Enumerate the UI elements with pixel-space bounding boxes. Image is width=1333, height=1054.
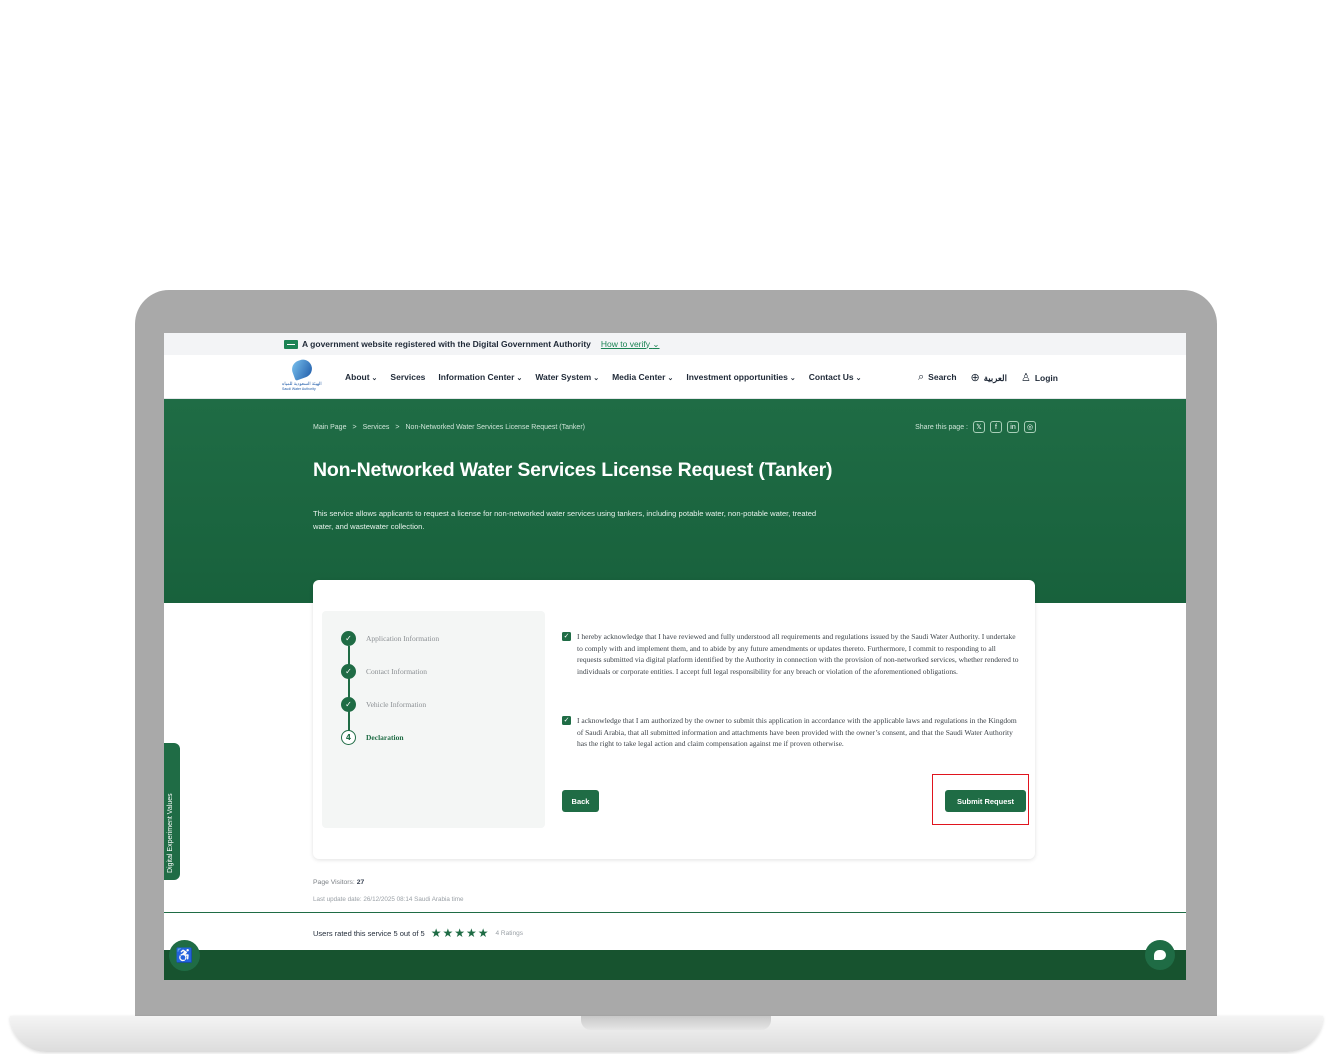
check-icon: ✓	[341, 697, 356, 712]
declaration-item: ✓ I acknowledge that I am authorized by …	[562, 715, 1022, 750]
linkedin-icon[interactable]: in	[1007, 421, 1019, 433]
declaration-checkbox[interactable]: ✓	[562, 632, 571, 641]
chevron-down-icon: ⌄	[667, 375, 674, 382]
check-icon: ✓	[341, 631, 356, 646]
page-description: This service allows applicants to reques…	[313, 509, 817, 531]
facebook-icon[interactable]: f	[990, 421, 1002, 433]
step-label: Application Information	[366, 634, 440, 643]
language-toggle[interactable]: ⊕ العربية	[971, 371, 1007, 384]
page-visitors: Page Visitors: 27	[313, 879, 365, 886]
search-icon: ⌕	[918, 370, 925, 383]
whatsapp-icon[interactable]: ◎	[1024, 421, 1036, 433]
step-number: 4	[341, 730, 356, 745]
back-button[interactable]: Back	[562, 790, 599, 812]
main-nav: الهيئة السعودية للمياه Saudi Water Autho…	[164, 355, 1186, 399]
user-icon: ♙	[1020, 371, 1031, 384]
accessibility-icon[interactable]: ♿	[169, 940, 200, 971]
globe-icon: ⊕	[970, 371, 980, 384]
x-icon[interactable]: 𝕏	[973, 421, 985, 433]
chevron-down-icon: ⌄	[652, 338, 660, 349]
chat-icon[interactable]	[1145, 940, 1175, 970]
breadcrumb: Main Page > Services > Non-Networked Water S…	[313, 424, 585, 431]
breadcrumb-item[interactable]: Services	[363, 424, 390, 431]
nav-menu: About ⌄ Services Information Center ⌄ Water S…	[345, 355, 862, 399]
nav-item-services[interactable]: Services	[390, 372, 425, 382]
declaration-checkbox[interactable]: ✓	[562, 716, 571, 725]
step-label: Declaration	[366, 733, 404, 742]
last-update-date: Last update date: 26/12/2025 08:14 Saudi…	[313, 896, 464, 903]
hero-section: Main Page > Services > Non-Networked Water S…	[164, 399, 1186, 603]
gov-banner: A government website registered with the…	[164, 333, 1186, 355]
chevron-down-icon: ⌄	[789, 375, 796, 382]
breadcrumb-item: Non-Networked Water Services License Req…	[405, 424, 585, 431]
share-bar: Share this page : 𝕏 f in ◎	[915, 421, 1036, 433]
check-icon: ✓	[341, 664, 356, 679]
breadcrumb-item[interactable]: Main Page	[313, 424, 346, 431]
step-contact-information: ✓ Contact Information	[341, 664, 427, 679]
logo-english-text: Saudi Water Authority	[282, 387, 316, 391]
gov-banner-text: A government website registered with the…	[302, 339, 591, 349]
step-label: Contact Information	[366, 667, 428, 676]
nav-item-information-center[interactable]: Information Center ⌄	[438, 372, 522, 382]
stepper: ✓ Application Information ✓ Contact Info…	[322, 611, 545, 828]
nav-item-about[interactable]: About ⌄	[345, 372, 377, 382]
breadcrumb-separator: >	[395, 424, 400, 431]
step-declaration: 4 Declaration	[341, 730, 404, 745]
declaration-card: ✓ Application Information ✓ Contact Info…	[313, 580, 1035, 859]
submit-highlight-box	[932, 774, 1029, 825]
search-button[interactable]: ⌕ Search	[918, 371, 957, 384]
step-label: Vehicle Information	[366, 700, 427, 709]
water-drop-icon	[289, 357, 315, 381]
nav-utilities: ⌕ Search ⊕ العربية ♙ Login	[918, 355, 1058, 399]
nav-item-contact-us[interactable]: Contact Us ⌄	[809, 372, 862, 382]
laptop-notch	[581, 1016, 771, 1030]
login-button[interactable]: ♙ Login	[1021, 371, 1058, 384]
rating-bar: Users rated this service 5 out of 5 ★★★★…	[164, 912, 1186, 950]
browser-screen: A government website registered with the…	[164, 333, 1186, 980]
chevron-down-icon: ⌄	[593, 375, 600, 382]
saudi-water-authority-logo[interactable]: الهيئة السعودية للمياه Saudi Water Autho…	[282, 357, 324, 394]
breadcrumb-separator: >	[352, 424, 357, 431]
declaration-item: ✓ I hereby acknowledge that I have revie…	[562, 631, 1022, 677]
chevron-down-icon: ⌄	[855, 375, 862, 382]
nav-item-water-system[interactable]: Water System ⌄	[535, 372, 599, 382]
step-vehicle-information: ✓ Vehicle Information	[341, 697, 426, 712]
chevron-down-icon: ⌄	[371, 375, 378, 382]
how-to-verify-link[interactable]: How to verify ⌄	[601, 339, 660, 350]
saudi-flag-icon	[284, 339, 298, 349]
step-application-information: ✓ Application Information	[341, 631, 439, 646]
declaration-text: I acknowledge that I am authorized by th…	[577, 716, 1017, 748]
rating-text: Users rated this service 5 out of 5	[313, 928, 425, 938]
star-rating[interactable]: ★★★★★	[431, 926, 490, 940]
footer	[164, 950, 1186, 980]
ratings-count: 4 Ratings	[495, 929, 523, 937]
declaration-text: I hereby acknowledge that I have reviewe…	[577, 632, 1019, 676]
chevron-down-icon: ⌄	[516, 375, 523, 382]
share-label: Share this page :	[915, 423, 968, 431]
nav-item-investment-opportunities[interactable]: Investment opportunities ⌄	[686, 372, 795, 382]
nav-item-media-center[interactable]: Media Center ⌄	[612, 372, 673, 382]
digital-experiment-tab[interactable]: Digital Experiment Values	[164, 743, 180, 880]
page-title: Non-Networked Water Services License Req…	[313, 459, 833, 481]
